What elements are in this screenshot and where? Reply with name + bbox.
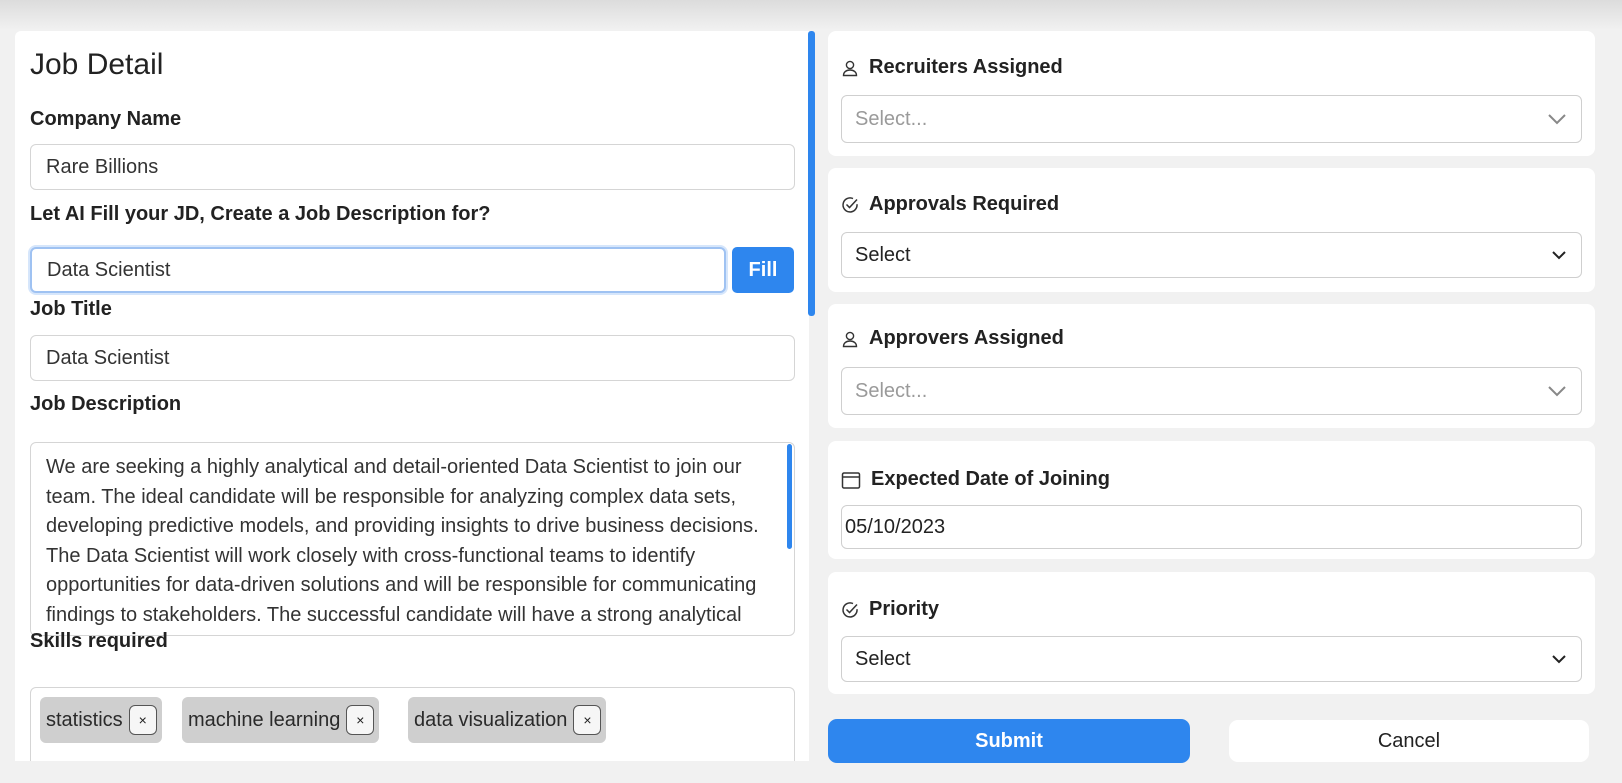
- chevron-down-icon: [1552, 251, 1566, 260]
- remove-chip-button[interactable]: ×: [573, 705, 602, 735]
- approvers-placeholder: Select...: [855, 379, 928, 402]
- check-circle-icon: [842, 601, 858, 618]
- cancel-button[interactable]: Cancel: [1229, 720, 1589, 762]
- ai-fill-label: Let AI Fill your JD, Create a Job Descri…: [30, 203, 491, 225]
- approvals-value: Select: [855, 243, 911, 266]
- skills-label: Skills required: [30, 630, 168, 652]
- job-title-label: Job Title: [30, 298, 112, 320]
- chevron-down-icon: [1548, 114, 1566, 125]
- priority-value: Select: [855, 647, 911, 670]
- skill-chip: data visualization ×: [408, 697, 607, 743]
- approvals-label: Approvals Required: [841, 193, 1059, 216]
- skill-chip: machine learning ×: [182, 697, 380, 743]
- page-title: Job Detail: [30, 48, 164, 81]
- doj-label: Expected Date of Joining: [841, 468, 1110, 491]
- approvers-label: Approvers Assigned: [841, 327, 1064, 350]
- doj-input[interactable]: 05/10/2023: [841, 505, 1582, 549]
- approvers-card: Approvers Assigned Select...: [828, 304, 1595, 428]
- doj-card: Expected Date of Joining 05/10/2023: [828, 441, 1595, 559]
- skill-chip-label: statistics: [46, 708, 123, 731]
- approvals-label-text: Approvals Required: [869, 193, 1060, 215]
- recruiters-label-text: Recruiters Assigned: [869, 56, 1063, 78]
- check-circle-icon: [842, 196, 858, 213]
- chevron-down-icon: [1548, 386, 1566, 397]
- priority-label-text: Priority: [869, 598, 940, 620]
- priority-select[interactable]: Select: [841, 636, 1582, 682]
- approvers-select[interactable]: Select...: [841, 367, 1582, 415]
- chevron-down-icon: [1552, 655, 1566, 664]
- recruiters-card: Recruiters Assigned Select...: [828, 31, 1595, 156]
- approvals-card: Approvals Required Select: [828, 168, 1595, 292]
- job-description-textarea[interactable]: We are seeking a highly analytical and d…: [30, 442, 795, 636]
- ai-fill-input[interactable]: Data Scientist: [30, 247, 726, 293]
- remove-chip-button[interactable]: ×: [128, 705, 157, 735]
- recruiters-placeholder: Select...: [855, 107, 928, 130]
- doj-label-text: Expected Date of Joining: [871, 468, 1110, 490]
- job-title-input[interactable]: Data Scientist: [30, 335, 795, 381]
- priority-label: Priority: [841, 598, 939, 621]
- recruiters-label: Recruiters Assigned: [841, 56, 1063, 79]
- fill-button[interactable]: Fill: [732, 247, 794, 293]
- skill-chip: statistics ×: [40, 697, 162, 743]
- submit-button[interactable]: Submit: [828, 719, 1190, 763]
- textarea-scrollbar[interactable]: [787, 444, 792, 549]
- priority-card: Priority Select: [828, 572, 1595, 694]
- job-description-label: Job Description: [30, 393, 182, 415]
- approvers-label-text: Approvers Assigned: [869, 327, 1064, 349]
- approvals-select[interactable]: Select: [841, 232, 1582, 278]
- recruiters-select[interactable]: Select...: [841, 95, 1582, 143]
- top-shade: [0, 0, 1622, 30]
- user-icon: [842, 60, 858, 76]
- skill-chip-label: data visualization: [414, 708, 568, 731]
- user-icon: [842, 331, 858, 347]
- page-scrollbar[interactable]: [808, 31, 815, 316]
- skills-input[interactable]: statistics × machine learning × data vis…: [30, 687, 795, 761]
- company-name-input[interactable]: Rare Billions: [30, 144, 795, 190]
- job-detail-card: Job Detail Company Name Rare Billions Le…: [15, 31, 809, 761]
- calendar-icon: [841, 471, 861, 489]
- remove-chip-button[interactable]: ×: [346, 705, 375, 735]
- skill-chip-label: machine learning: [188, 708, 341, 731]
- company-name-label: Company Name: [30, 108, 182, 130]
